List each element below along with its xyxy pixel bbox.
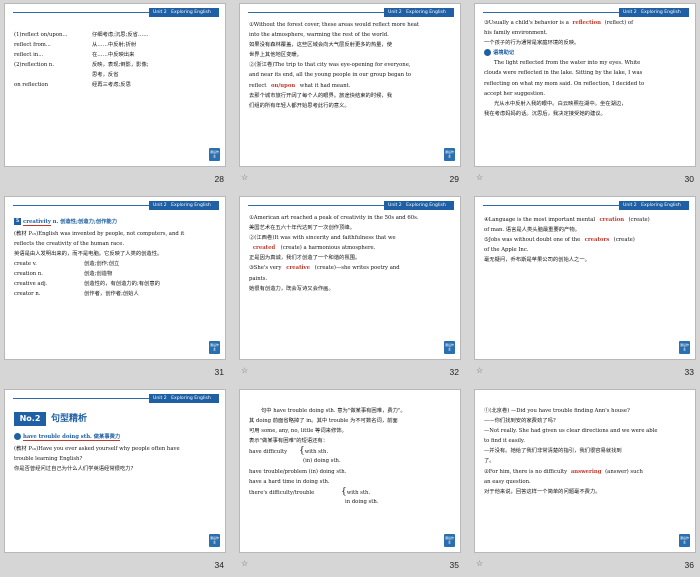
homework-icon[interactable]: 课后作业 <box>209 341 220 354</box>
slide-canvas: ①(北京卷) —Did you have trouble finding Ann… <box>474 389 696 553</box>
slide-canvas: Unit 2 Exploring English ①American art r… <box>239 196 461 360</box>
slide-body: (1)reflect on/upon... 仔细考虑;沉思;反省…… reflec… <box>14 32 149 89</box>
page-number: 32 <box>449 367 459 377</box>
slide-canvas: Unit 2 Exploring English 5 creativity n. … <box>4 196 226 360</box>
number-badge-icon: 5 <box>14 218 21 225</box>
star-icon[interactable]: ☆ <box>241 559 248 568</box>
slide-footer: ☆ 29 <box>239 170 461 189</box>
slide-footer: 31 <box>4 363 226 382</box>
slide-canvas: Unit 2 Exploring English ④Language is th… <box>474 196 696 360</box>
slide-thumb-30[interactable]: Unit 2 Exploring English ③Usually a chil… <box>474 3 696 191</box>
page-number: 29 <box>449 174 459 184</box>
slide-thumb-33[interactable]: Unit 2 Exploring English ④Language is th… <box>474 196 696 384</box>
slide-body: No.2 句型精析 have trouble doing sth. 做某事费力 (… <box>14 410 218 474</box>
topic-icon <box>14 433 21 440</box>
slide-footer: 34 <box>4 556 226 575</box>
slide-body: ④Language is the most important mental c… <box>484 215 650 264</box>
slide-header: Unit 2 Exploring English <box>483 201 689 210</box>
slide-footer: 28 <box>4 170 226 189</box>
homework-icon[interactable]: 课后作业 <box>444 534 455 547</box>
slide-canvas: Unit 2 Exploring English ③Usually a chil… <box>474 3 696 167</box>
homework-icon[interactable]: 课后作业 <box>679 341 690 354</box>
memo-title: 语境助记 <box>493 50 515 57</box>
slide-footer: ☆ 32 <box>239 363 461 382</box>
page-number: 33 <box>684 367 694 377</box>
slide-body: ①Without the forest cover, these areas w… <box>249 22 420 109</box>
slide-thumb-35[interactable]: 句中 have trouble doing sth. 意为"做某事有困难，费力"… <box>239 389 461 577</box>
slide-header: Unit 2 Exploring English <box>248 8 454 17</box>
slide-header: Unit 2 Exploring English <box>13 201 219 210</box>
slide-canvas: Unit 2 Exploring English No.2 句型精析 have t… <box>4 389 226 553</box>
page-number: 31 <box>214 367 224 377</box>
star-icon[interactable]: ☆ <box>476 173 483 182</box>
answer-blank: reflection <box>570 18 603 29</box>
slide-canvas: Unit 2 Exploring English (1)reflect on/u… <box>4 3 226 167</box>
slide-body: 句中 have trouble doing sth. 意为"做某事有困难，费力"… <box>249 408 406 505</box>
slide-body: ①(北京卷) —Did you have trouble finding Ann… <box>484 408 658 495</box>
slide-footer: ☆ 30 <box>474 170 696 189</box>
answer-blank: creation <box>596 215 627 226</box>
homework-icon[interactable]: 课后作业 <box>209 148 220 161</box>
topic-title: have trouble doing sth. 做某事费力 <box>23 434 121 441</box>
answer-blank: creative <box>283 263 314 274</box>
slide-thumb-28[interactable]: Unit 2 Exploring English (1)reflect on/u… <box>4 3 226 191</box>
homework-icon[interactable]: 课后作业 <box>444 148 455 161</box>
slide-thumb-32[interactable]: Unit 2 Exploring English ①American art r… <box>239 196 461 384</box>
homework-icon[interactable]: 课后作业 <box>679 534 690 547</box>
page-number: 30 <box>684 174 694 184</box>
slide-header: Unit 2 Exploring English <box>13 8 219 17</box>
answer-blank: created <box>249 243 279 254</box>
slide-body: ①American art reached a peak of creativi… <box>249 215 419 292</box>
page-number: 35 <box>449 560 459 570</box>
slide-header: Unit 2 Exploring English <box>483 8 689 17</box>
slide-thumb-36[interactable]: ①(北京卷) —Did you have trouble finding Ann… <box>474 389 696 577</box>
answer-blank: creators <box>581 235 612 246</box>
slide-thumb-29[interactable]: Unit 2 Exploring English ①Without the fo… <box>239 3 461 191</box>
star-icon[interactable]: ☆ <box>476 366 483 375</box>
star-icon[interactable]: ☆ <box>241 366 248 375</box>
page-number: 34 <box>214 560 224 570</box>
slide-canvas: Unit 2 Exploring English ①Without the fo… <box>239 3 461 167</box>
header-tab: Unit 2 Exploring English <box>149 8 219 17</box>
slide-body: ③Usually a child's behavior is a reflect… <box>484 18 645 117</box>
slide-thumb-31[interactable]: Unit 2 Exploring English 5 creativity n. … <box>4 196 226 384</box>
answer-blank: on/upon <box>268 81 299 91</box>
section-title: No.2 句型精析 <box>14 410 218 428</box>
slide-header: Unit 2 Exploring English <box>248 201 454 210</box>
slide-footer: ☆ 35 <box>239 556 461 575</box>
star-icon[interactable]: ☆ <box>476 559 483 568</box>
answer-blank: answering <box>568 467 604 477</box>
section-number: No.2 <box>14 412 46 426</box>
page-number: 36 <box>684 560 694 570</box>
slide-header: Unit 2 Exploring English <box>13 394 219 403</box>
page-number: 28 <box>214 174 224 184</box>
slide-canvas: 句中 have trouble doing sth. 意为"做某事有困难，费力"… <box>239 389 461 553</box>
slide-footer: ☆ 33 <box>474 363 696 382</box>
slide-thumb-34[interactable]: Unit 2 Exploring English No.2 句型精析 have t… <box>4 389 226 577</box>
star-icon[interactable]: ☆ <box>241 173 248 182</box>
word-title: creativity <box>23 219 51 226</box>
slide-footer: ☆ 36 <box>474 556 696 575</box>
slide-body: 5 creativity n. 创造性;创造力;创作能力 (教材 P₁₅)Engl… <box>14 218 185 298</box>
homework-icon[interactable]: 课后作业 <box>444 341 455 354</box>
homework-icon[interactable]: 课后作业 <box>209 534 220 547</box>
memo-icon <box>484 49 491 57</box>
